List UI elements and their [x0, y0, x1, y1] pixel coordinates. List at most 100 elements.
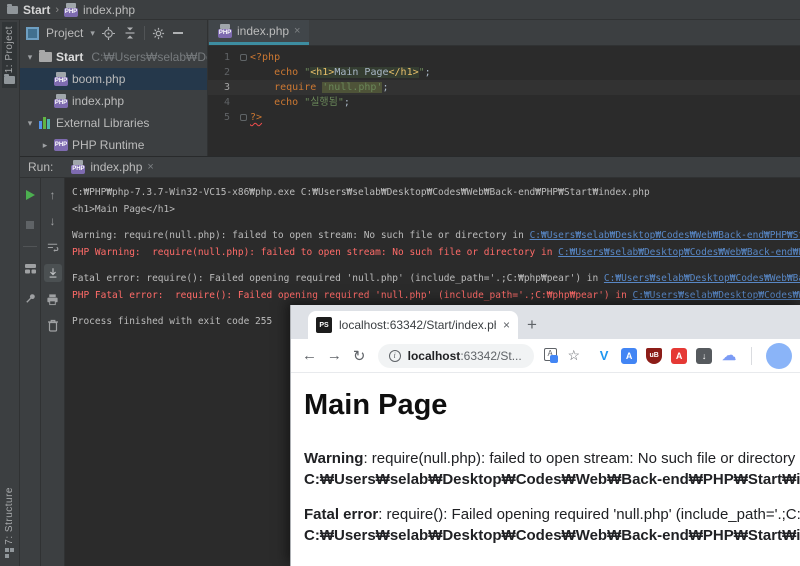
chevron-down-icon[interactable]: ▾ — [90, 28, 95, 39]
toolwindow-project-button[interactable]: 1: Project — [2, 22, 17, 89]
folder-icon — [39, 50, 52, 62]
tool-window-stripe: 1: Project 7: Structure — [0, 20, 20, 566]
tree-item[interactable]: boom.php — [20, 68, 207, 90]
warning-path: C:₩Users₩selab₩Desktop₩Codes₩Web₩Back-en… — [304, 471, 800, 488]
tree-item-label: index.php — [72, 94, 125, 108]
console-line: C:₩PHP₩php-7.3.7-Win32-VC15-x86₩php.exe … — [72, 184, 800, 201]
close-icon[interactable]: × — [294, 25, 300, 37]
soft-wrap-icon[interactable] — [44, 238, 62, 256]
reload-icon[interactable]: ↻ — [349, 344, 370, 368]
extension-v-icon[interactable]: V — [596, 348, 612, 364]
toolbar-divider — [751, 346, 752, 365]
console-line: PHP Warning: require(null.php): failed t… — [72, 244, 800, 261]
extension-translate-icon[interactable]: A — [621, 347, 638, 364]
breadcrumb-file[interactable]: index.php — [83, 3, 135, 17]
folder-icon — [7, 3, 18, 14]
toolbar-divider — [143, 26, 145, 40]
close-icon[interactable]: × — [147, 161, 153, 173]
php-icon — [54, 72, 68, 86]
address-bar[interactable]: i localhost:63342/St... — [377, 343, 534, 368]
restore-layout-icon[interactable] — [21, 259, 39, 277]
chevron-right-icon[interactable]: ▸ — [40, 140, 50, 151]
fold-column — [238, 110, 250, 125]
stop-icon[interactable] — [21, 216, 39, 234]
extension-idm-icon[interactable]: ↓ — [696, 347, 713, 364]
settings-gear-icon[interactable] — [152, 26, 166, 40]
editor-tab-label: index.php — [237, 24, 290, 38]
bookmark-star-icon[interactable]: ☆ — [568, 347, 581, 364]
extension-acrobat-icon[interactable]: A — [671, 347, 688, 364]
site-info-icon[interactable]: i — [388, 349, 401, 362]
console-text: Fatal error: require(): Failed opening r… — [72, 273, 604, 284]
code-line: 3 require 'null.php'; — [208, 80, 800, 95]
chevron-down-icon[interactable]: ▾ — [25, 52, 35, 63]
project-panel-header: Project ▾ — [20, 20, 207, 46]
up-stack-icon[interactable]: ↑ — [44, 186, 62, 204]
console-file-link[interactable]: C:₩Users₩selab₩Desktop₩Codes₩Web₩Back-en… — [558, 247, 800, 258]
console-text: Warning: require(null.php): failed to op… — [72, 230, 530, 241]
php-file-icon — [218, 24, 232, 38]
tree-item[interactable]: ▾ External Libraries — [20, 112, 207, 134]
close-icon[interactable]: × — [503, 318, 510, 332]
console-text: Process finished with exit code 255 — [72, 316, 273, 327]
phpbox-icon: PHP — [54, 139, 68, 151]
line-number: 4 — [223, 97, 230, 108]
profile-avatar[interactable] — [765, 342, 792, 369]
chevron-down-icon[interactable]: ▾ — [25, 118, 35, 129]
locate-icon[interactable] — [102, 26, 116, 40]
pin-icon[interactable] — [21, 289, 39, 307]
clear-trash-icon[interactable] — [44, 316, 62, 334]
toolwindow-structure-button[interactable]: 7: Structure — [2, 483, 17, 562]
line-number: 2 — [223, 67, 230, 78]
fold-marker-icon[interactable] — [240, 114, 247, 121]
back-icon[interactable]: ← — [299, 344, 320, 368]
editor-code-area[interactable]: 1 <?php 2 echo "<h1>Main Page</h1>"; 3 requ… — [208, 46, 800, 156]
php-icon — [54, 94, 68, 108]
translate-page-icon[interactable] — [543, 348, 558, 363]
breadcrumb-folder[interactable]: Start — [23, 3, 50, 17]
console-toolbar: ↑ ↓ — [41, 178, 65, 566]
tree-item[interactable]: ▾ Start C:₩Users₩selab₩Desktop — [20, 46, 207, 68]
extension-ublock-icon[interactable]: uB — [646, 347, 663, 364]
console-line: Fatal error: require(): Failed opening r… — [72, 270, 800, 287]
tree-item-label: boom.php — [72, 72, 126, 86]
toolwindow-project-label: 1: Project — [4, 26, 15, 74]
tree-item[interactable]: ▸ PHP PHP Runtime — [20, 134, 207, 156]
project-panel-title[interactable]: Project — [46, 26, 83, 40]
console-file-link[interactable]: C:₩Users₩selab₩Desktop₩Codes₩Web₩Back-en… — [633, 290, 800, 301]
browser-page-content: Main Page Warning: require(null.php): fa… — [291, 373, 800, 566]
phpstorm-window: Start › index.php 1: Project 7: Structur… — [0, 0, 800, 566]
scroll-to-end-icon[interactable] — [43, 264, 62, 282]
chrome-window: PS localhost:63342/Start/index.php × + ←… — [290, 305, 800, 566]
console-text: PHP Warning: require(null.php): failed t… — [72, 247, 559, 258]
tree-item[interactable]: index.php — [20, 90, 207, 112]
code-text: echo "<h1>Main Page</h1>"; — [274, 67, 431, 78]
extension-cloud-icon[interactable]: ☁ — [721, 347, 737, 364]
toolbar-divider — [23, 246, 37, 247]
new-tab-button[interactable]: + — [518, 311, 546, 339]
project-view-icon — [26, 26, 39, 40]
phpstorm-favicon-icon: PS — [316, 317, 332, 333]
php-run-icon — [71, 160, 86, 174]
console-file-link[interactable]: C:₩Users₩selab₩Desktop₩Codes₩Web₩Back-en… — [604, 273, 800, 284]
run-panel-header: Run: index.php × — [20, 157, 800, 178]
run-tab-index-php[interactable]: index.php × — [65, 157, 159, 177]
run-play-icon[interactable] — [21, 186, 39, 204]
chrome-tab[interactable]: PS localhost:63342/Start/index.php × — [308, 311, 518, 339]
editor-tab-index-php[interactable]: index.php × — [209, 20, 310, 45]
print-icon[interactable] — [44, 290, 62, 308]
structure-toolwindow-icon — [4, 548, 15, 558]
chrome-toolbar: ← → ↻ i localhost:63342/St... ☆ VAuBA↓☁ — [291, 339, 800, 373]
tree-item-label: PHP Runtime — [72, 138, 145, 152]
console-text: PHP Fatal error: require(): Failed openi… — [72, 290, 633, 301]
tree-item-label: Start — [56, 50, 84, 64]
down-stack-icon[interactable]: ↓ — [44, 212, 62, 230]
console-file-link[interactable]: C:₩Users₩selab₩Desktop₩Codes₩Web₩Back-en… — [530, 230, 800, 241]
fold-column — [238, 50, 250, 65]
collapse-all-icon[interactable] — [123, 26, 137, 40]
line-number: 5 — [223, 112, 230, 123]
forward-icon[interactable]: → — [324, 344, 345, 368]
fold-marker-icon[interactable] — [240, 54, 247, 61]
chrome-tab-title: localhost:63342/Start/index.php — [339, 318, 496, 332]
hide-panel-icon[interactable] — [172, 32, 183, 34]
